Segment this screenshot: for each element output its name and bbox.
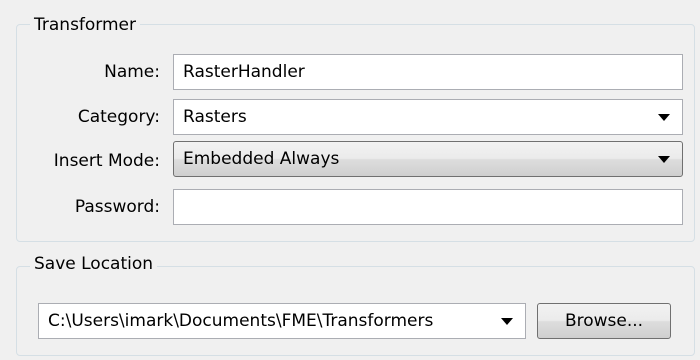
transformer-dialog: Transformer Name: RasterHandler Category… (0, 0, 700, 360)
transformer-group-title: Transformer (30, 15, 141, 35)
name-label: Name: (104, 62, 160, 82)
name-field[interactable]: RasterHandler (173, 54, 683, 90)
password-field[interactable] (173, 189, 683, 225)
chevron-down-icon (658, 156, 670, 163)
insert-mode-select-value: Embedded Always (183, 149, 340, 169)
category-select[interactable]: Rasters (173, 99, 683, 135)
save-location-group-title: Save Location (30, 254, 158, 274)
category-label: Category: (77, 107, 160, 127)
browse-button[interactable]: Browse... (537, 303, 671, 339)
password-label: Password: (74, 197, 160, 217)
chevron-down-icon (658, 114, 670, 121)
save-location-select[interactable]: C:\Users\imark\Documents\FME\Transformer… (38, 303, 526, 339)
insert-mode-select[interactable]: Embedded Always (173, 141, 683, 177)
category-select-value: Rasters (183, 107, 247, 127)
insert-mode-label: Insert Mode: (53, 151, 160, 171)
save-location-select-value: C:\Users\imark\Documents\FME\Transformer… (48, 311, 434, 331)
chevron-down-icon (501, 318, 513, 325)
